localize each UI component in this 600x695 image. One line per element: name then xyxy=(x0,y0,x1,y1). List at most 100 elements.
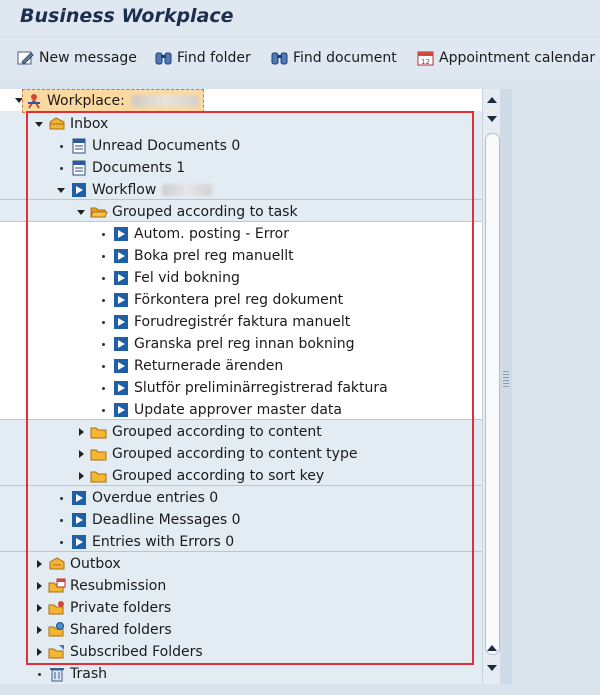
tree-item-task[interactable]: Autom. posting - Error xyxy=(0,223,482,245)
leaf-dot xyxy=(98,405,108,415)
scroll-down-arrow-icon[interactable] xyxy=(487,665,497,671)
expand-toggle[interactable] xyxy=(76,471,86,481)
tree-item-grouped-task[interactable]: Grouped according to task xyxy=(0,201,482,223)
overdue-entries-label: Overdue entries 0 xyxy=(92,490,219,506)
expand-toggle[interactable] xyxy=(76,427,86,437)
tree-item-unread-documents[interactable]: Unread Documents 0 xyxy=(0,135,482,157)
tree-item-workflow[interactable]: Workflow xyxy=(0,179,482,201)
binoculars-icon xyxy=(155,52,172,65)
workflow-play-icon xyxy=(112,358,130,374)
redacted-text xyxy=(130,95,199,107)
tree-item-outbox[interactable]: Outbox xyxy=(0,553,482,575)
binoculars-icon xyxy=(271,52,288,65)
grouped-sort-key-label: Grouped according to sort key xyxy=(112,468,325,484)
grip-line xyxy=(503,380,509,381)
entries-with-errors-label: Entries with Errors 0 xyxy=(92,534,235,550)
collapse-toggle[interactable] xyxy=(76,207,86,217)
shared-folder-icon xyxy=(48,622,66,638)
document-icon xyxy=(70,160,88,176)
redacted-text xyxy=(162,184,213,196)
calendar-icon: 12 xyxy=(417,51,434,66)
expand-toggle[interactable] xyxy=(34,581,44,591)
expand-toggle[interactable] xyxy=(34,559,44,569)
tree-item-task[interactable]: Returnerade ärenden xyxy=(0,355,482,377)
inbox-folder-icon xyxy=(48,116,66,132)
tree-item-entries-with-errors[interactable]: Entries with Errors 0 xyxy=(0,531,482,553)
inbox-label: Inbox xyxy=(70,116,109,132)
trash-icon xyxy=(48,666,66,682)
tree-item-task[interactable]: Slutför preliminärregistrerad faktura xyxy=(0,377,482,399)
collapse-toggle[interactable] xyxy=(56,185,66,195)
triangle-right-icon xyxy=(37,582,42,590)
new-message-button[interactable]: New message xyxy=(16,47,137,69)
workflow-play-icon xyxy=(112,314,130,330)
tree-item-task[interactable]: Forudregistrér faktura manuelt xyxy=(0,311,482,333)
tree-item-deadline-messages[interactable]: Deadline Messages 0 xyxy=(0,509,482,531)
private-folder-icon xyxy=(48,600,66,616)
scroll-down-arrow-icon[interactable] xyxy=(487,116,497,122)
task-label: Update approver master data xyxy=(134,402,342,418)
expand-toggle[interactable] xyxy=(76,449,86,459)
triangle-right-icon xyxy=(37,626,42,634)
grip-line xyxy=(503,371,509,372)
tree-item-task[interactable]: Fel vid bokning xyxy=(0,267,482,289)
find-document-button[interactable]: Find document xyxy=(270,47,397,69)
tree-item-trash[interactable]: Trash xyxy=(0,663,482,684)
tree-item-workplace-root[interactable]: Workplace: xyxy=(22,89,204,113)
tree-item-inbox[interactable]: Inbox xyxy=(0,113,482,135)
triangle-right-icon xyxy=(37,604,42,612)
vertical-scrollbar[interactable] xyxy=(482,89,501,684)
leaf-dot xyxy=(34,669,44,679)
folder-icon xyxy=(90,468,108,484)
subscribed-folders-label: Subscribed Folders xyxy=(70,644,203,660)
tree-item-shared-folders[interactable]: Shared folders xyxy=(0,619,482,641)
expand-toggle[interactable] xyxy=(34,625,44,635)
outbox-label: Outbox xyxy=(70,556,121,572)
workflow-play-icon xyxy=(112,336,130,352)
deadline-messages-label: Deadline Messages 0 xyxy=(92,512,241,528)
tree-item-task[interactable]: Boka prel reg manuellt xyxy=(0,245,482,267)
leaf-dot xyxy=(56,493,66,503)
leaf-dot xyxy=(98,339,108,349)
folder-icon xyxy=(90,424,108,440)
shared-folders-label: Shared folders xyxy=(70,622,172,638)
scroll-up-arrow-icon[interactable] xyxy=(487,97,497,103)
workflow-play-icon xyxy=(70,512,88,528)
collapse-toggle[interactable] xyxy=(34,119,44,129)
tree-item-documents[interactable]: Documents 1 xyxy=(0,157,482,179)
tree-item-private-folders[interactable]: Private folders xyxy=(0,597,482,619)
outbox-icon xyxy=(48,556,66,572)
tree-item-overdue-entries[interactable]: Overdue entries 0 xyxy=(0,487,482,509)
task-label: Autom. posting - Error xyxy=(134,226,290,242)
subscribed-folder-icon xyxy=(48,644,66,660)
appointment-calendar-label: Appointment calendar xyxy=(439,50,596,66)
tree-item-task[interactable]: Förkontera prel reg dokument xyxy=(0,289,482,311)
tree-item-subscribed-folders[interactable]: Subscribed Folders xyxy=(0,641,482,663)
folder-open-icon xyxy=(90,204,108,220)
leaf-dot xyxy=(98,273,108,283)
task-label: Granska prel reg innan bokning xyxy=(134,336,355,352)
appointment-calendar-button[interactable]: 12 Appointment calendar xyxy=(416,47,595,69)
leaf-dot xyxy=(56,141,66,151)
tree-item-resubmission[interactable]: Resubmission xyxy=(0,575,482,597)
tree-item-grouped-content-type[interactable]: Grouped according to content type xyxy=(0,443,482,465)
tree-item-grouped-content[interactable]: Grouped according to content xyxy=(0,421,482,443)
title-bar: Business Workplace xyxy=(0,0,600,36)
triangle-down-icon xyxy=(57,188,65,193)
scroll-up-arrow-icon[interactable] xyxy=(487,645,497,651)
tree-item-task[interactable]: Update approver master data xyxy=(0,399,482,421)
task-label: Returnerade ärenden xyxy=(134,358,284,374)
expand-toggle[interactable] xyxy=(34,603,44,613)
workflow-play-icon xyxy=(112,270,130,286)
grouped-content-type-label: Grouped according to content type xyxy=(112,446,358,462)
expand-toggle[interactable] xyxy=(34,647,44,657)
find-folder-button[interactable]: Find folder xyxy=(154,47,251,69)
task-label: Slutför preliminärregistrerad faktura xyxy=(134,380,388,396)
scrollbar-thumb[interactable] xyxy=(485,133,500,655)
tree-item-task[interactable]: Granska prel reg innan bokning xyxy=(0,333,482,355)
resubmission-label: Resubmission xyxy=(70,578,167,594)
tree-item-grouped-sort-key[interactable]: Grouped according to sort key xyxy=(0,465,482,487)
panel-splitter[interactable] xyxy=(500,89,512,684)
workplace-root-label: Workplace: xyxy=(47,93,125,109)
workflow-label: Workflow xyxy=(92,182,157,198)
